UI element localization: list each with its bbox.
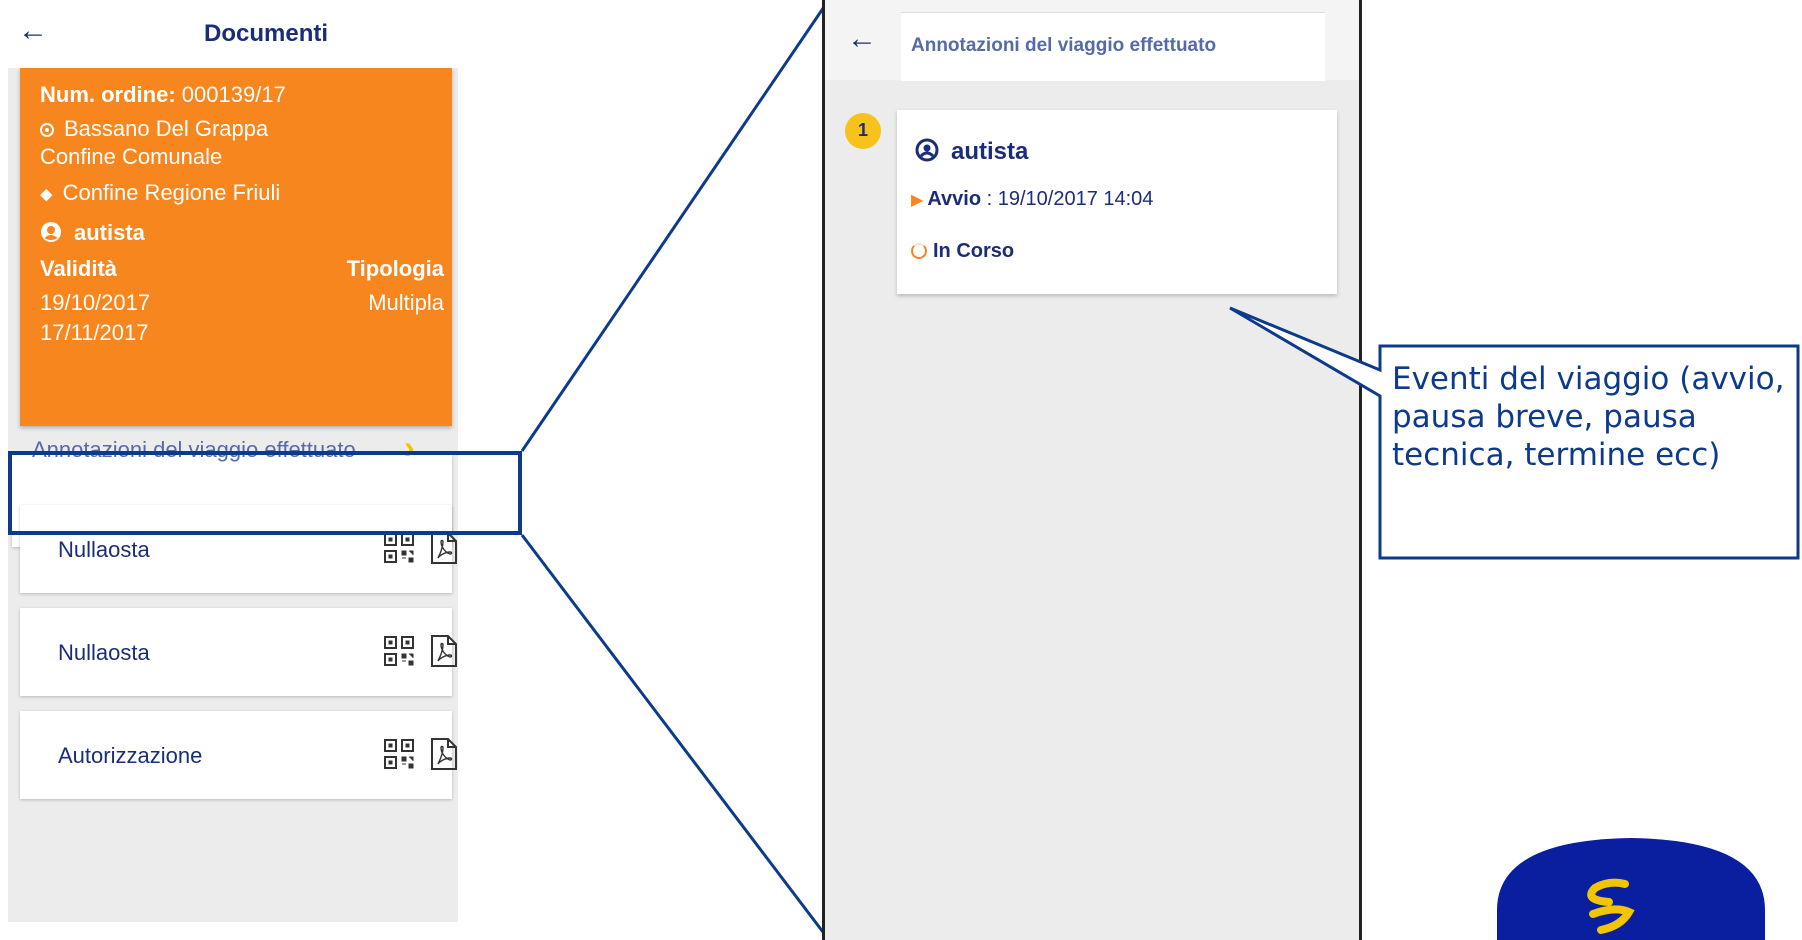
event-number-badge: 1 [845,113,881,149]
chevron-right-icon: › [404,429,415,465]
user-line: autista [40,220,145,246]
annotations-screen: ← Annotazioni del viaggio effettuato 1 a… [822,0,1362,940]
document-row[interactable]: Autorizzazione [20,711,457,799]
order-number-label: Num. ordine: [40,82,176,107]
qr-code-icon[interactable] [384,533,414,563]
event-status: In Corso [933,240,1015,262]
qr-code-icon[interactable] [384,636,414,666]
valid-to: 17/11/2017 [40,320,149,345]
arrow-left-icon[interactable]: ← [847,24,877,54]
document-label: Nullaosta [58,537,150,562]
user-icon [40,221,62,243]
event-start-label: Avvio [927,188,982,210]
validity-label: Validità [40,256,118,281]
event-status-line: In Corso [911,240,1014,263]
in-progress-icon [911,243,927,259]
event-user-line: autista [915,138,1028,166]
event-start-value: : 19/10/2017 14:04 [981,188,1154,210]
event-start-line: ▶ Avvio : 19/10/2017 14:04 [911,188,1153,211]
destination-value: Confine Regione Friuli [62,180,281,205]
origin-line2: Confine Comunale [40,144,223,169]
document-label: Autorizzazione [58,743,203,768]
origin-icon [40,123,54,137]
page-title: Annotazioni del viaggio effettuato [911,35,1217,56]
play-icon: ▶ [911,192,924,209]
document-label: Nullaosta [58,640,150,665]
documents-screen: ← Documenti Num. ordine: 000139/17 Bassa… [8,0,458,922]
destination-line: ⬥ Confine Regione Friuli [40,180,280,207]
type-value: Multipla [368,290,444,315]
company-logo [1497,838,1765,940]
document-row[interactable]: Nullaosta [20,608,457,696]
origin-line1: Bassano Del Grappa [64,116,269,141]
valid-from: 19/10/2017 [40,290,151,315]
document-row[interactable]: Nullaosta [20,505,457,593]
order-number-value: 000139/17 [181,82,286,107]
pdf-icon[interactable] [430,531,458,565]
page-title: Documenti [204,20,329,47]
origin-line: Bassano Del Grappa [40,116,268,142]
order-number-line: Num. ordine: 000139/17 [40,82,286,108]
type-label: Tipologia [346,256,444,281]
user-icon [915,138,939,162]
arrow-left-icon[interactable]: ← [18,16,48,46]
pdf-icon[interactable] [430,737,458,771]
order-card[interactable]: Num. ordine: 000139/17 Bassano Del Grapp… [20,68,452,426]
pdf-icon[interactable] [430,634,458,668]
documents-header: ← Documenti [8,0,458,68]
event-card[interactable]: autista ▶ Avvio : 19/10/2017 14:04 In Cor… [897,110,1337,294]
qr-code-icon[interactable] [384,739,414,769]
callout-text: Eventi del viaggio (avvio, pausa breve, … [1392,361,1785,473]
event-user-name: autista [951,138,1029,165]
location-pin-icon: ⬥ [40,184,53,204]
user-name: autista [74,220,145,245]
annotations-label: Annotazioni del viaggio effettuato [32,437,356,462]
